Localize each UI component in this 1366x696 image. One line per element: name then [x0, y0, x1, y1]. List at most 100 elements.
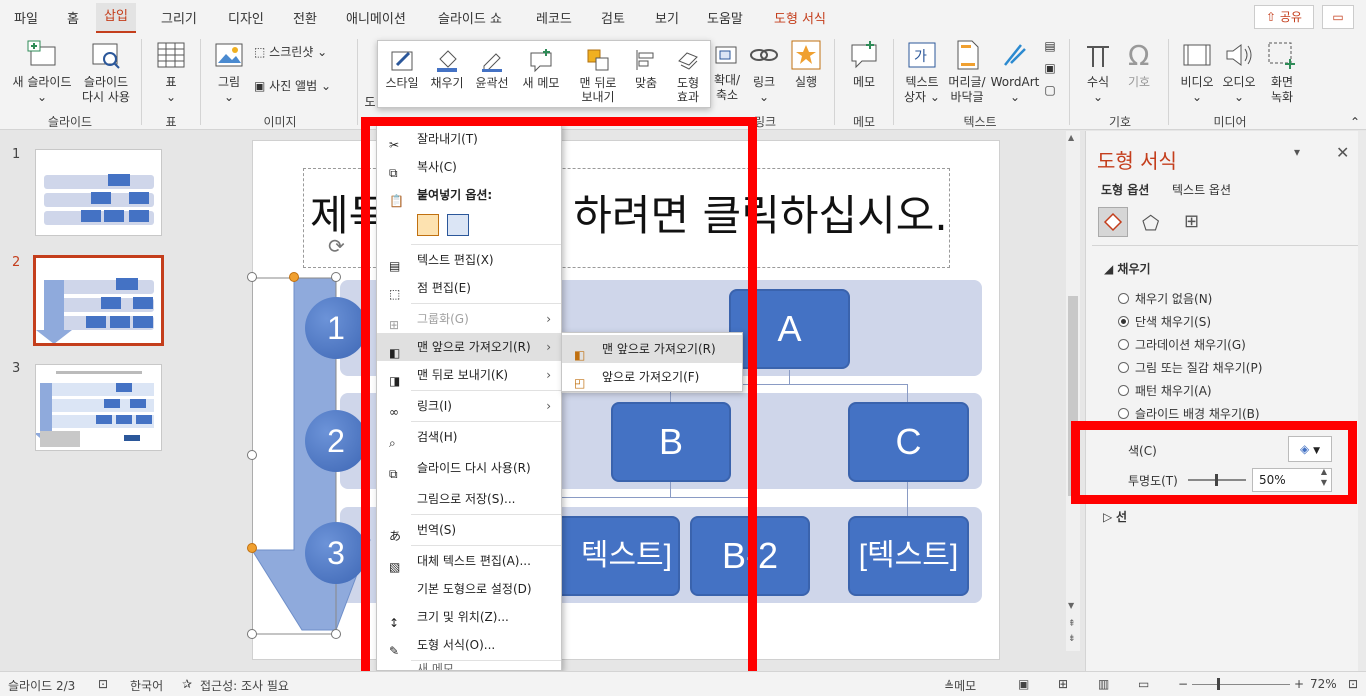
radio-gradient-fill[interactable]: 그라데이션 채우기(G) — [1118, 336, 1246, 353]
accessibility-icon[interactable]: ✰ — [182, 677, 192, 691]
effects-pentagon-icon[interactable]: ⬠ — [1142, 211, 1159, 235]
language-indicator[interactable]: 한국어 — [130, 677, 163, 694]
adjust-handle[interactable] — [289, 272, 299, 282]
slide-sorter-icon[interactable]: ⊞ — [1058, 677, 1068, 691]
comment-button[interactable]: 메모 — [842, 39, 886, 90]
zoom-in-icon[interactable]: + — [1294, 677, 1304, 691]
tab-help[interactable]: 도움말 — [707, 8, 743, 30]
tab-design[interactable]: 디자인 — [228, 8, 264, 30]
radio-button[interactable] — [1118, 385, 1129, 396]
radio-picture-fill[interactable]: 그림 또는 질감 채우기(P) — [1118, 359, 1262, 376]
radio-pattern-fill[interactable]: 패턴 채우기(A) — [1118, 382, 1212, 399]
object-button[interactable]: ▢ — [1041, 83, 1059, 98]
org-node-text-right[interactable]: [텍스트] — [848, 516, 969, 596]
style-button[interactable]: 스타일 — [384, 47, 420, 90]
slide-number-button[interactable]: ▣ — [1041, 61, 1059, 76]
resize-handle[interactable] — [247, 450, 257, 460]
collapse-ribbon-button[interactable]: ⌃ — [1348, 115, 1362, 130]
radio-button[interactable] — [1118, 293, 1129, 304]
symbol-button[interactable]: Ω 기호 — [1118, 39, 1160, 90]
org-node-c[interactable]: C — [848, 402, 969, 482]
fit-to-window-icon[interactable]: ⊡ — [1348, 677, 1358, 691]
radio-solid-fill[interactable]: 단색 채우기(S) — [1118, 313, 1211, 330]
action-button[interactable]: 실행 — [788, 39, 824, 90]
pane-options-chevron-icon[interactable]: ▾ — [1294, 145, 1300, 159]
tab-shape-options[interactable]: 도형 옵션 — [1101, 181, 1149, 198]
outline-button[interactable]: 윤곽선 — [472, 47, 512, 90]
tab-animations[interactable]: 애니메이션 — [346, 8, 406, 30]
zoom-out-icon[interactable]: − — [1178, 677, 1188, 691]
tab-text-options[interactable]: 텍스트 옵션 — [1172, 181, 1231, 198]
new-comment-button[interactable]: 새 메모 — [518, 47, 564, 90]
tab-file[interactable]: 파일 — [14, 8, 38, 30]
align-button[interactable]: 맞춤 — [628, 47, 664, 90]
tab-shape-format[interactable]: 도형 서식 — [774, 8, 826, 30]
zoom-slider[interactable] — [1192, 684, 1290, 685]
accessibility-status[interactable]: 접근성: 조사 필요 — [200, 677, 289, 694]
zoom-button[interactable]: 확대/축소 — [712, 43, 742, 103]
slide-thumbnail-2[interactable] — [33, 255, 164, 346]
radio-button[interactable] — [1118, 362, 1129, 373]
video-button[interactable]: 비디오 ⌄ — [1176, 39, 1218, 105]
close-icon[interactable]: ✕ — [1336, 143, 1349, 162]
pane-scrollbar[interactable] — [1358, 131, 1366, 671]
send-to-back-button[interactable]: 맨 뒤로 보내기 — [574, 47, 622, 104]
radio-button[interactable] — [1118, 339, 1129, 350]
screen-record-button[interactable]: 화면 녹화 — [1262, 39, 1302, 105]
wordart-button[interactable]: WordArt ⌄ — [990, 39, 1040, 105]
audio-button[interactable]: 오디오 ⌄ — [1218, 39, 1260, 105]
tab-record[interactable]: 레코드 — [536, 8, 572, 30]
photo-album-button[interactable]: ▣ 사진 앨범 ⌄ — [254, 79, 350, 94]
screenshot-button[interactable]: ⬚ 스크린샷 ⌄ — [254, 45, 334, 60]
zoom-level[interactable]: 72% — [1310, 677, 1337, 691]
size-properties-icon[interactable]: ⊞ — [1184, 211, 1199, 232]
tab-transitions[interactable]: 전환 — [293, 8, 317, 30]
date-time-button[interactable]: ▤ — [1041, 39, 1059, 54]
adjust-handle[interactable] — [247, 543, 257, 553]
fill-section-header[interactable]: ◢ 채우기 — [1104, 260, 1151, 277]
scroll-down-icon[interactable]: ▼ — [1068, 601, 1074, 610]
tab-review[interactable]: 검토 — [601, 8, 625, 30]
shapes-button-partial[interactable]: 도 — [364, 95, 376, 110]
vertical-scrollbar[interactable]: ▲ ▼ ⇞ ⇟ — [1066, 131, 1080, 651]
fill-button[interactable]: 채우기 — [428, 47, 466, 90]
tab-home[interactable]: 홈 — [67, 8, 79, 30]
resize-handle[interactable] — [331, 272, 341, 282]
tab-slideshow[interactable]: 슬라이드 쇼 — [438, 8, 502, 30]
notes-button[interactable]: ≜메모 — [944, 677, 976, 694]
slide-thumbnail-1[interactable] — [35, 149, 162, 236]
textbox-button[interactable]: 가 텍스트 상자 ⌄ — [900, 39, 944, 105]
equation-button[interactable]: 수식 ⌄ — [1078, 39, 1118, 105]
tab-draw[interactable]: 그리기 — [161, 8, 197, 30]
prev-slide-icon[interactable]: ⇞ — [1068, 619, 1076, 629]
resize-handle[interactable] — [331, 629, 341, 639]
reading-view-icon[interactable]: ▥ — [1098, 677, 1109, 691]
header-footer-button[interactable]: 머리글/바닥글 — [944, 39, 990, 105]
radio-button[interactable] — [1118, 408, 1129, 419]
slide-thumbnail-3[interactable] — [34, 364, 162, 451]
table-button[interactable]: 표 ⌄ — [150, 39, 192, 105]
line-section-header[interactable]: ▷ 선 — [1103, 508, 1127, 525]
tab-view[interactable]: 보기 — [655, 8, 679, 30]
next-slide-icon[interactable]: ⇟ — [1068, 634, 1076, 644]
scroll-up-icon[interactable]: ▲ — [1068, 133, 1074, 142]
picture-button[interactable]: 그림 ⌄ — [208, 39, 250, 105]
resize-handle[interactable] — [247, 272, 257, 282]
radio-no-fill[interactable]: 채우기 없음(N) — [1118, 290, 1212, 307]
radio-background-fill[interactable]: 슬라이드 배경 채우기(B) — [1118, 405, 1260, 422]
radio-button[interactable] — [1118, 316, 1129, 327]
fill-line-tab[interactable] — [1098, 207, 1128, 237]
slideshow-icon[interactable]: ▭ — [1138, 677, 1149, 691]
rotate-handle-icon[interactable]: ⟳ — [328, 234, 345, 258]
zoom-slider-thumb[interactable] — [1217, 678, 1220, 690]
link-button[interactable]: 링크 ⌄ — [746, 39, 782, 105]
normal-view-icon[interactable]: ▣ — [1018, 677, 1029, 691]
share-button[interactable]: ⇧ 공유 — [1254, 5, 1314, 29]
comments-button[interactable]: ▭ — [1322, 5, 1354, 29]
reuse-slides-button[interactable]: 슬라이드 다시 사용 — [78, 39, 134, 105]
new-slide-button[interactable]: 새 슬라이드 ⌄ — [6, 39, 78, 105]
shape-effects-button[interactable]: 도형 효과 — [670, 47, 706, 104]
resize-handle[interactable] — [247, 629, 257, 639]
spellcheck-icon[interactable]: ⊡ — [98, 677, 108, 691]
tab-insert[interactable]: 삽입 — [96, 3, 136, 33]
